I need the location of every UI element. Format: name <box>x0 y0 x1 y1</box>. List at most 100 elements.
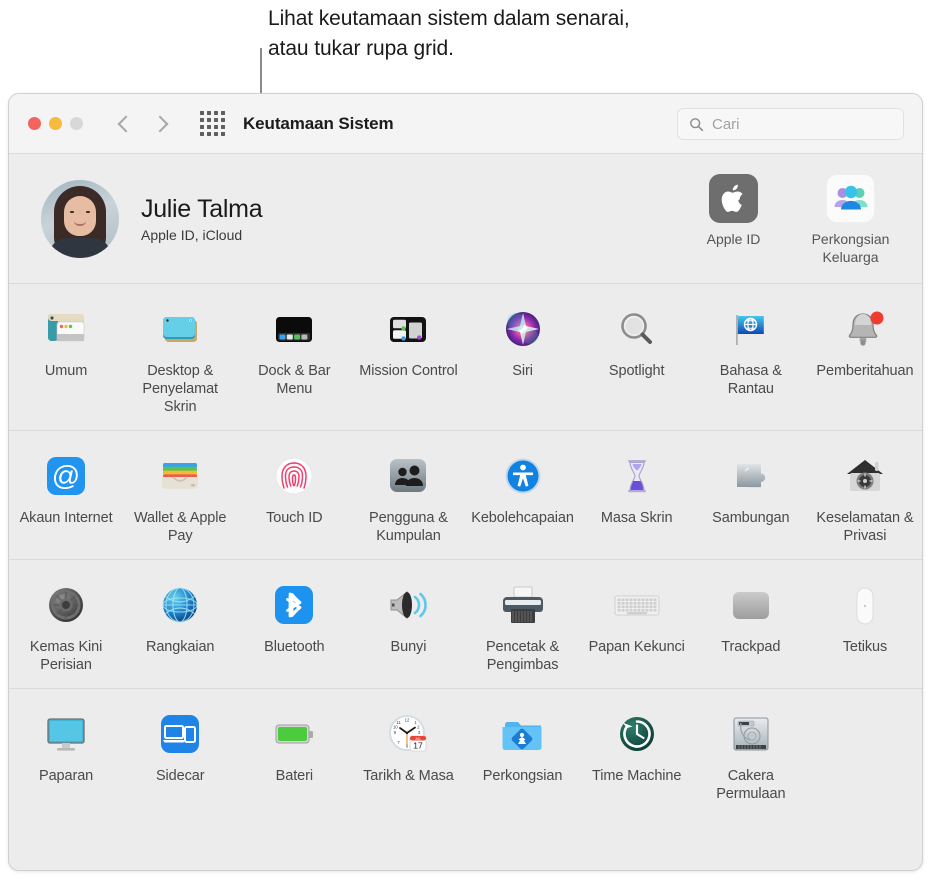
pref-network[interactable]: Rangkaian <box>123 574 237 658</box>
pref-spotlight[interactable]: Spotlight <box>580 298 694 382</box>
pref-family-sharing[interactable]: Perkongsian Keluarga <box>803 174 898 266</box>
network-globe-icon <box>154 580 206 632</box>
pref-sidecar[interactable]: Sidecar <box>123 703 237 787</box>
pref-label: Mission Control <box>359 363 458 379</box>
pref-label: Dock & Bar Menu <box>258 363 331 397</box>
pref-label: Tarikh & Masa <box>363 768 454 784</box>
pref-label: Bateri <box>275 768 313 784</box>
search-input[interactable] <box>712 115 882 133</box>
pref-startup-disk[interactable]: Cakera Permulaan <box>694 703 808 805</box>
pref-displays[interactable]: Paparan <box>9 703 123 787</box>
preferences-section-1: Umum Desktop & Penyelamat Skrin Dock & B… <box>9 284 922 431</box>
apple-logo-icon <box>709 174 758 223</box>
pref-empty-slot <box>808 703 922 711</box>
pref-trackpad[interactable]: Trackpad <box>694 574 808 658</box>
minimize-window-button[interactable] <box>49 117 62 130</box>
search-icon <box>690 117 704 131</box>
svg-text:10: 10 <box>394 725 399 730</box>
pref-sharing[interactable]: Perkongsian <box>466 703 580 787</box>
preferences-row: Paparan Sidecar Bateri 12 1 3 6 7 9 11 1… <box>9 703 922 805</box>
pref-notifications[interactable]: Pemberitahuan <box>808 298 922 382</box>
grid-view-icon[interactable] <box>200 111 225 136</box>
pref-bluetooth[interactable]: Bluetooth <box>237 574 351 658</box>
family-sharing-icon <box>826 174 875 223</box>
pref-users-groups[interactable]: Pengguna & Kumpulan <box>351 445 465 547</box>
security-privacy-house-icon <box>839 451 891 503</box>
pref-label: Time Machine <box>592 768 682 784</box>
zoom-window-button[interactable] <box>70 117 83 130</box>
account-row[interactable]: Julie Talma Apple ID, iCloud Apple ID Pe… <box>9 154 922 284</box>
pref-label: Paparan <box>39 768 94 784</box>
mouse-icon <box>839 580 891 632</box>
pref-label: Rangkaian <box>145 639 215 655</box>
pref-internet-accounts[interactable]: @ Akaun Internet <box>9 445 123 529</box>
pref-printers-scanners[interactable]: Pencetak & Pengimbas <box>466 574 580 676</box>
mission-control-icon <box>382 304 434 356</box>
pref-mouse[interactable]: Tetikus <box>808 574 922 658</box>
screen-time-hourglass-icon <box>611 451 663 503</box>
pref-mission-control[interactable]: Mission Control <box>351 298 465 382</box>
account-tiles: Apple ID Perkongsian Keluarga <box>686 174 898 266</box>
pref-label: Bluetooth <box>264 639 325 655</box>
keyboard-icon <box>611 580 663 632</box>
trackpad-icon <box>725 580 777 632</box>
bluetooth-icon <box>268 580 320 632</box>
pref-security-privacy[interactable]: Keselamatan & Privasi <box>808 445 922 547</box>
pref-touch-id[interactable]: Touch ID <box>237 445 351 529</box>
preferences-row: @ Akaun Internet Wallet & Apple Pay Touc… <box>9 445 922 547</box>
close-window-button[interactable] <box>28 117 41 130</box>
date-time-clock-icon: 12 1 3 5 6 7 9 11 10 2 <box>382 709 434 761</box>
pref-label: Pemberitahuan <box>816 363 914 379</box>
pref-label: Tetikus <box>842 639 888 655</box>
search-field[interactable] <box>677 108 904 140</box>
pref-keyboard[interactable]: Papan Kekunci <box>580 574 694 658</box>
pref-label: Spotlight <box>608 363 665 379</box>
pref-accessibility[interactable]: Kebolehcapaian <box>466 445 580 529</box>
callout-line-2: atau tukar rupa grid. <box>268 37 454 60</box>
pref-label: Wallet & Apple Pay <box>134 510 227 544</box>
pref-date-time[interactable]: 12 1 3 5 6 7 9 11 10 2 <box>351 703 465 787</box>
page-title: Keutamaan Sistem <box>243 113 394 133</box>
window-titlebar: Keutamaan Sistem <box>9 94 922 154</box>
forward-chevron-icon[interactable] <box>151 115 169 132</box>
pref-apple-id[interactable]: Apple ID <box>686 174 781 266</box>
pref-siri[interactable]: Siri <box>466 298 580 382</box>
pref-language-region[interactable]: Bahasa & Rantau <box>694 298 808 400</box>
preferences-row: Kemas Kini Perisian Rangkaian Bluetooth … <box>9 574 922 676</box>
pref-sound[interactable]: Bunyi <box>351 574 465 658</box>
pref-label: Trackpad <box>721 639 781 655</box>
language-region-flag-icon <box>725 304 777 356</box>
desktop-screensaver-icon <box>154 304 206 356</box>
avatar[interactable] <box>41 179 119 258</box>
pref-label: Papan Kekunci <box>588 639 685 655</box>
pref-label: Akaun Internet <box>19 510 113 526</box>
pref-dock-menubar[interactable]: Dock & Bar Menu <box>237 298 351 400</box>
wallet-icon <box>154 451 206 503</box>
sound-speaker-icon <box>382 580 434 632</box>
pref-screen-time[interactable]: Masa Skrin <box>580 445 694 529</box>
account-subtitle: Apple ID, iCloud <box>141 226 243 243</box>
pref-desktop-screensaver[interactable]: Desktop & Penyelamat Skrin <box>123 298 237 418</box>
pref-label: Kebolehcapaian <box>471 510 574 526</box>
pref-label: Umum <box>44 363 88 379</box>
pref-label: Desktop & Penyelamat Skrin <box>142 363 218 415</box>
siri-icon <box>497 304 549 356</box>
pref-extensions[interactable]: Sambungan <box>694 445 808 529</box>
pref-label: Sambungan <box>712 510 790 526</box>
software-update-gear-icon <box>40 580 92 632</box>
displays-monitor-icon <box>40 709 92 761</box>
notifications-bell-icon <box>839 304 891 356</box>
pref-time-machine[interactable]: Time Machine <box>580 703 694 787</box>
pref-label: Perkongsian <box>482 768 563 784</box>
sharing-folder-icon <box>497 709 549 761</box>
pref-wallet-apple-pay[interactable]: Wallet & Apple Pay <box>123 445 237 547</box>
pref-label: Touch ID <box>266 510 323 526</box>
pref-battery[interactable]: Bateri <box>237 703 351 787</box>
startup-disk-icon <box>725 709 777 761</box>
account-name: Julie Talma <box>141 194 263 223</box>
preferences-section-3: Kemas Kini Perisian Rangkaian Bluetooth … <box>9 560 922 689</box>
back-chevron-icon[interactable] <box>117 115 135 132</box>
pref-umum[interactable]: Umum <box>9 298 123 382</box>
pref-software-update[interactable]: Kemas Kini Perisian <box>9 574 123 676</box>
pref-label: Pencetak & Pengimbas <box>485 639 560 673</box>
